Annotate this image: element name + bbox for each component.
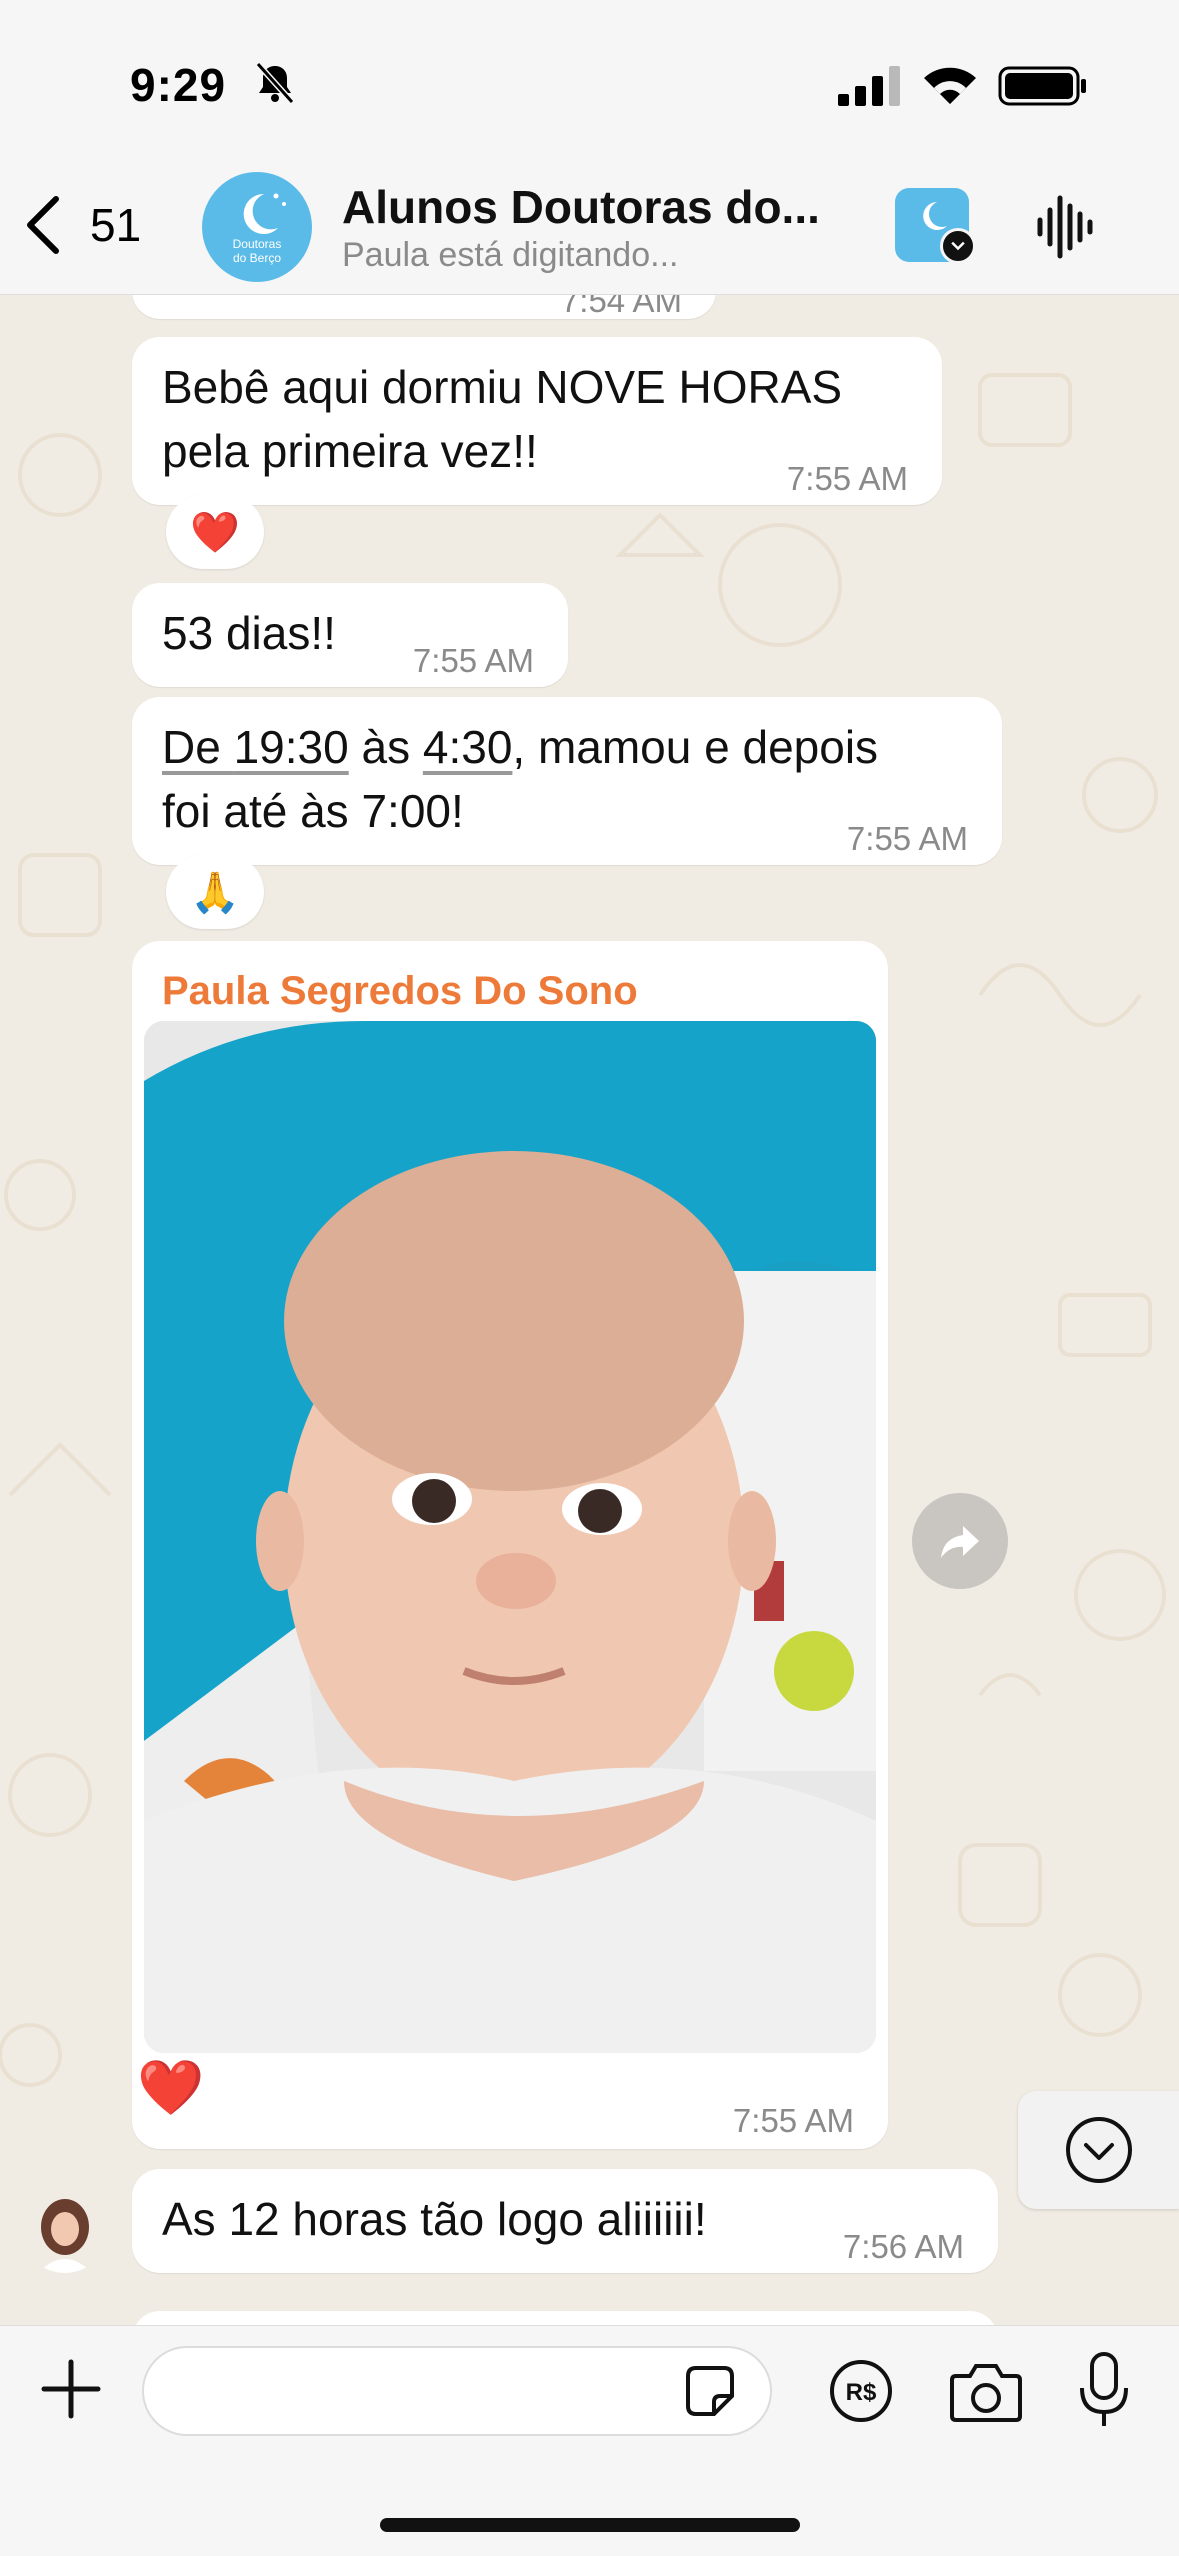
message-text: 53 dias!! [162, 607, 336, 659]
brl-payment-icon[interactable]: R$ [828, 2358, 894, 2424]
message-time: 7:54 AM [560, 295, 682, 319]
message-bubble[interactable]: 7:54 AM [132, 295, 716, 319]
group-avatar[interactable]: Doutoras do Berço [202, 172, 312, 282]
message-time: 7:56 AM [842, 2228, 964, 2265]
status-time: 9:29 [130, 59, 227, 111]
svg-text:R$: R$ [846, 2379, 877, 2406]
sender-name[interactable]: Paula Segredos Do Sono [162, 959, 638, 1023]
back-button[interactable]: 51 [22, 190, 152, 260]
message-bubble[interactable]: As 12 horas tão logo aliiiiii! 7:56 AM [132, 2169, 998, 2273]
chevron-down-badge-icon [940, 228, 976, 264]
message-time: 7:55 AM [786, 460, 908, 497]
time-link[interactable]: 19:30 [234, 721, 349, 773]
reaction-heart[interactable]: ❤️ [166, 495, 264, 569]
svg-text:do Berço: do Berço [233, 251, 281, 265]
baby-photo[interactable] [144, 1021, 876, 2053]
time-link[interactable]: 4:30 [423, 721, 513, 773]
share-arrow-icon [941, 1526, 979, 1558]
chat-header: 51 Doutoras do Berço Alunos Doutoras do.… [0, 170, 1179, 295]
message-line: Bebê aqui dormiu NOVE HORAS [162, 361, 843, 413]
sender-avatar[interactable] [22, 2187, 108, 2273]
bell-off-icon [255, 61, 295, 105]
message-bubble[interactable]: De 19:30 às 4:30, mamou e depois foi até… [132, 697, 1002, 865]
chevron-left-icon [27, 196, 59, 254]
text-segment: De [162, 721, 234, 773]
message-time: 7:55 AM [412, 642, 534, 679]
moon-logo-icon: Doutoras do Berço [233, 193, 286, 265]
scroll-to-bottom-button[interactable] [1018, 2091, 1179, 2209]
message-text: De 19:30 às 4:30, mamou e depois foi até… [162, 715, 878, 843]
svg-text:Doutoras: Doutoras [233, 237, 282, 251]
status-bar: 9:29 [0, 0, 1179, 170]
message-text: As 12 horas tão logo aliiiiii! [162, 2193, 707, 2245]
message-bubble[interactable] [132, 2311, 998, 2325]
battery-icon [998, 66, 1086, 106]
chevron-down-circle-icon [1065, 2117, 1132, 2183]
message-time: 7:55 AM [732, 2102, 854, 2139]
message-bubble[interactable]: Bebê aqui dormiu NOVE HORAS pela primeir… [132, 337, 942, 505]
home-indicator [380, 2518, 800, 2532]
message-bubble[interactable]: 53 dias!! 7:55 AM [132, 583, 568, 687]
message-time: 7:55 AM [846, 820, 968, 857]
unread-count: 51 [90, 199, 142, 251]
sticker-icon[interactable] [680, 2362, 740, 2422]
message-line: foi até às 7:00! [162, 785, 464, 837]
microphone-icon[interactable] [1076, 2350, 1132, 2430]
photo-illustration [144, 1021, 876, 2053]
message-input[interactable] [142, 2346, 772, 2436]
message-line: De 19:30 às 4:30, mamou e depois [162, 715, 878, 779]
typing-status: Paula está digitando... [342, 236, 679, 274]
message-list[interactable]: 7:54 AM Bebê aqui dormiu NOVE HORAS pela… [0, 295, 1179, 2325]
plus-icon[interactable] [36, 2354, 106, 2424]
forward-button[interactable] [912, 1493, 1008, 1589]
text-segment: às [348, 721, 423, 773]
message-text: Bebê aqui dormiu NOVE HORAS pela primeir… [162, 355, 842, 483]
reaction-pray[interactable]: 🙏 [166, 855, 264, 929]
message-line: pela primeira vez!! [162, 425, 538, 477]
composer-bar: R$ [0, 2325, 1179, 2556]
chat-title[interactable]: Alunos Doutoras do... [342, 180, 862, 234]
photo-message-bubble[interactable]: Paula Segredos Do Sono ❤️ 7:55 AM [132, 941, 888, 2149]
wifi-icon [924, 67, 976, 104]
audio-waveform-icon[interactable] [1034, 192, 1094, 262]
photo-reaction[interactable]: ❤️ [136, 2053, 206, 2123]
camera-icon[interactable] [948, 2358, 1024, 2424]
text-segment: , mamou e depois [512, 721, 879, 773]
avatar-image [22, 2187, 108, 2273]
signal-icon [838, 66, 900, 106]
